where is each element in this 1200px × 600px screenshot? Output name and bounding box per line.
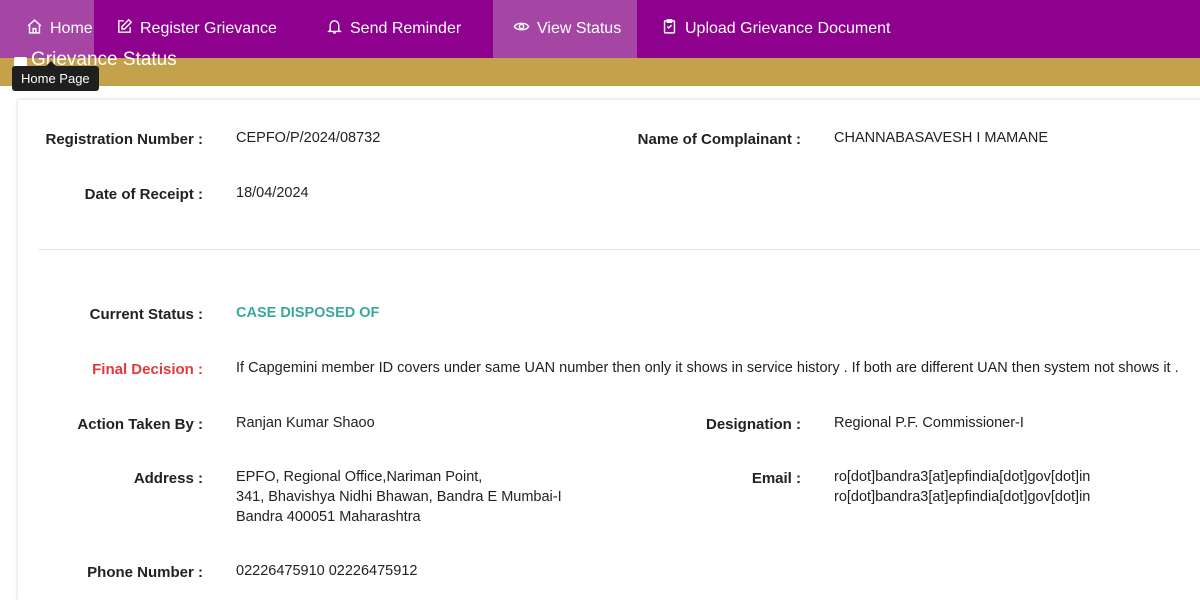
receipt-date-label: Date of Receipt : bbox=[84, 186, 203, 203]
email-label: Email : bbox=[751, 470, 801, 487]
complainant-value: CHANNABASAVESH I MAMANE bbox=[834, 130, 1049, 146]
edit-icon bbox=[116, 18, 133, 40]
nav-view-status[interactable]: View Status bbox=[493, 0, 637, 58]
phone-number-label: Phone Number : bbox=[87, 564, 203, 581]
designation-value: Regional P.F. Commissioner-I bbox=[834, 415, 1024, 431]
address-line-1: EPFO, Regional Office,Nariman Point, bbox=[236, 469, 483, 485]
details-card bbox=[18, 100, 1200, 600]
nav-home-label: Home bbox=[50, 20, 93, 37]
home-tooltip: Home Page bbox=[12, 61, 99, 91]
nav-view-label: View Status bbox=[537, 20, 622, 37]
receipt-date-value: 18/04/2024 bbox=[236, 185, 309, 201]
registration-number-value: CEPFO/P/2024/08732 bbox=[236, 130, 381, 146]
email-line-2: ro[dot]bandra3[at]epfindia[dot]gov[dot]i… bbox=[834, 489, 1091, 505]
registration-number-label: Registration Number : bbox=[45, 131, 203, 148]
designation-label: Designation : bbox=[705, 416, 801, 433]
section-header-bar bbox=[0, 58, 1200, 86]
nav-register-label: Register Grievance bbox=[140, 20, 277, 37]
top-navigation: Home Register Grievance Send Reminder Vi… bbox=[0, 0, 1200, 58]
address-line-3: Bandra 400051 Maharashtra bbox=[236, 509, 421, 525]
document-icon bbox=[661, 18, 678, 40]
nav-reminder-label: Send Reminder bbox=[350, 20, 462, 37]
email-line-1: ro[dot]bandra3[at]epfindia[dot]gov[dot]i… bbox=[834, 469, 1091, 485]
address-line-2: 341, Bhavishya Nidhi Bhawan, Bandra E Mu… bbox=[236, 489, 562, 505]
nav-upload-document[interactable]: Upload Grievance Document bbox=[637, 0, 910, 58]
phone-number-value: 02226475910 02226475912 bbox=[236, 563, 418, 579]
current-status-label: Current Status : bbox=[89, 306, 203, 323]
nav-upload-label: Upload Grievance Document bbox=[685, 20, 891, 37]
final-decision-label: Final Decision : bbox=[92, 361, 203, 378]
home-icon bbox=[26, 18, 43, 40]
nav-send-reminder[interactable]: Send Reminder bbox=[306, 0, 493, 58]
final-decision-value: If Capgemini member ID covers under same… bbox=[236, 360, 1179, 376]
address-label: Address : bbox=[133, 470, 203, 487]
section-divider bbox=[38, 249, 1200, 250]
action-taken-by-label: Action Taken By : bbox=[77, 416, 203, 433]
bell-icon bbox=[326, 18, 343, 40]
complainant-label: Name of Complainant : bbox=[637, 131, 801, 148]
action-taken-by-value: Ranjan Kumar Shaoo bbox=[236, 415, 375, 431]
current-status-value: CASE DISPOSED OF bbox=[236, 305, 380, 321]
eye-icon bbox=[513, 18, 530, 40]
